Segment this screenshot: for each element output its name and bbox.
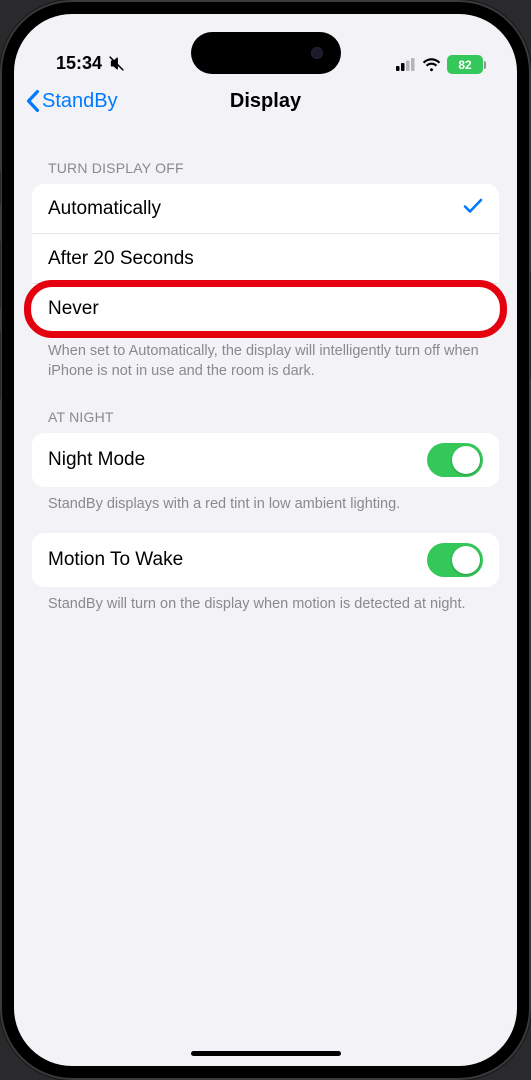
phone-frame: 15:34 82 StandBy [0, 0, 531, 1080]
option-label: After 20 Seconds [48, 248, 194, 270]
turn-off-group: Automatically After 20 Seconds Never [32, 184, 499, 334]
page-title: Display [230, 90, 301, 113]
volume-up-button[interactable] [0, 240, 1, 310]
volume-down-button[interactable] [0, 330, 1, 400]
option-never[interactable]: Never [32, 284, 499, 334]
mute-switch[interactable] [0, 170, 1, 206]
night-mode-label: Night Mode [48, 449, 145, 471]
night-mode-toggle[interactable] [427, 443, 483, 477]
back-label: StandBy [42, 90, 118, 113]
wifi-icon [422, 58, 441, 72]
status-time: 15:34 [56, 53, 102, 74]
night-mode-footer: StandBy displays with a red tint in low … [32, 487, 499, 515]
option-automatically[interactable]: Automatically [32, 184, 499, 234]
checkmark-icon [463, 197, 483, 221]
turn-off-footer: When set to Automatically, the display w… [32, 334, 499, 381]
dynamic-island [191, 32, 341, 74]
screen: 15:34 82 StandBy [14, 14, 517, 1066]
silent-icon [108, 55, 125, 72]
option-label: Automatically [48, 198, 161, 220]
motion-wake-group: Motion To Wake [32, 533, 499, 587]
motion-wake-toggle[interactable] [427, 543, 483, 577]
cellular-icon [396, 58, 416, 71]
motion-wake-row[interactable]: Motion To Wake [32, 533, 499, 587]
battery-icon: 82 [447, 55, 483, 74]
section-header-turn-off: TURN DISPLAY OFF [32, 160, 499, 176]
home-indicator[interactable] [191, 1051, 341, 1056]
night-mode-group: Night Mode [32, 433, 499, 487]
motion-wake-label: Motion To Wake [48, 549, 183, 571]
nav-bar: StandBy Display [14, 76, 517, 126]
section-header-at-night: AT NIGHT [32, 409, 499, 425]
night-mode-row[interactable]: Night Mode [32, 433, 499, 487]
option-after-20-seconds[interactable]: After 20 Seconds [32, 234, 499, 284]
back-button[interactable]: StandBy [26, 90, 118, 113]
option-label: Never [48, 298, 99, 320]
motion-wake-footer: StandBy will turn on the display when mo… [32, 587, 499, 615]
